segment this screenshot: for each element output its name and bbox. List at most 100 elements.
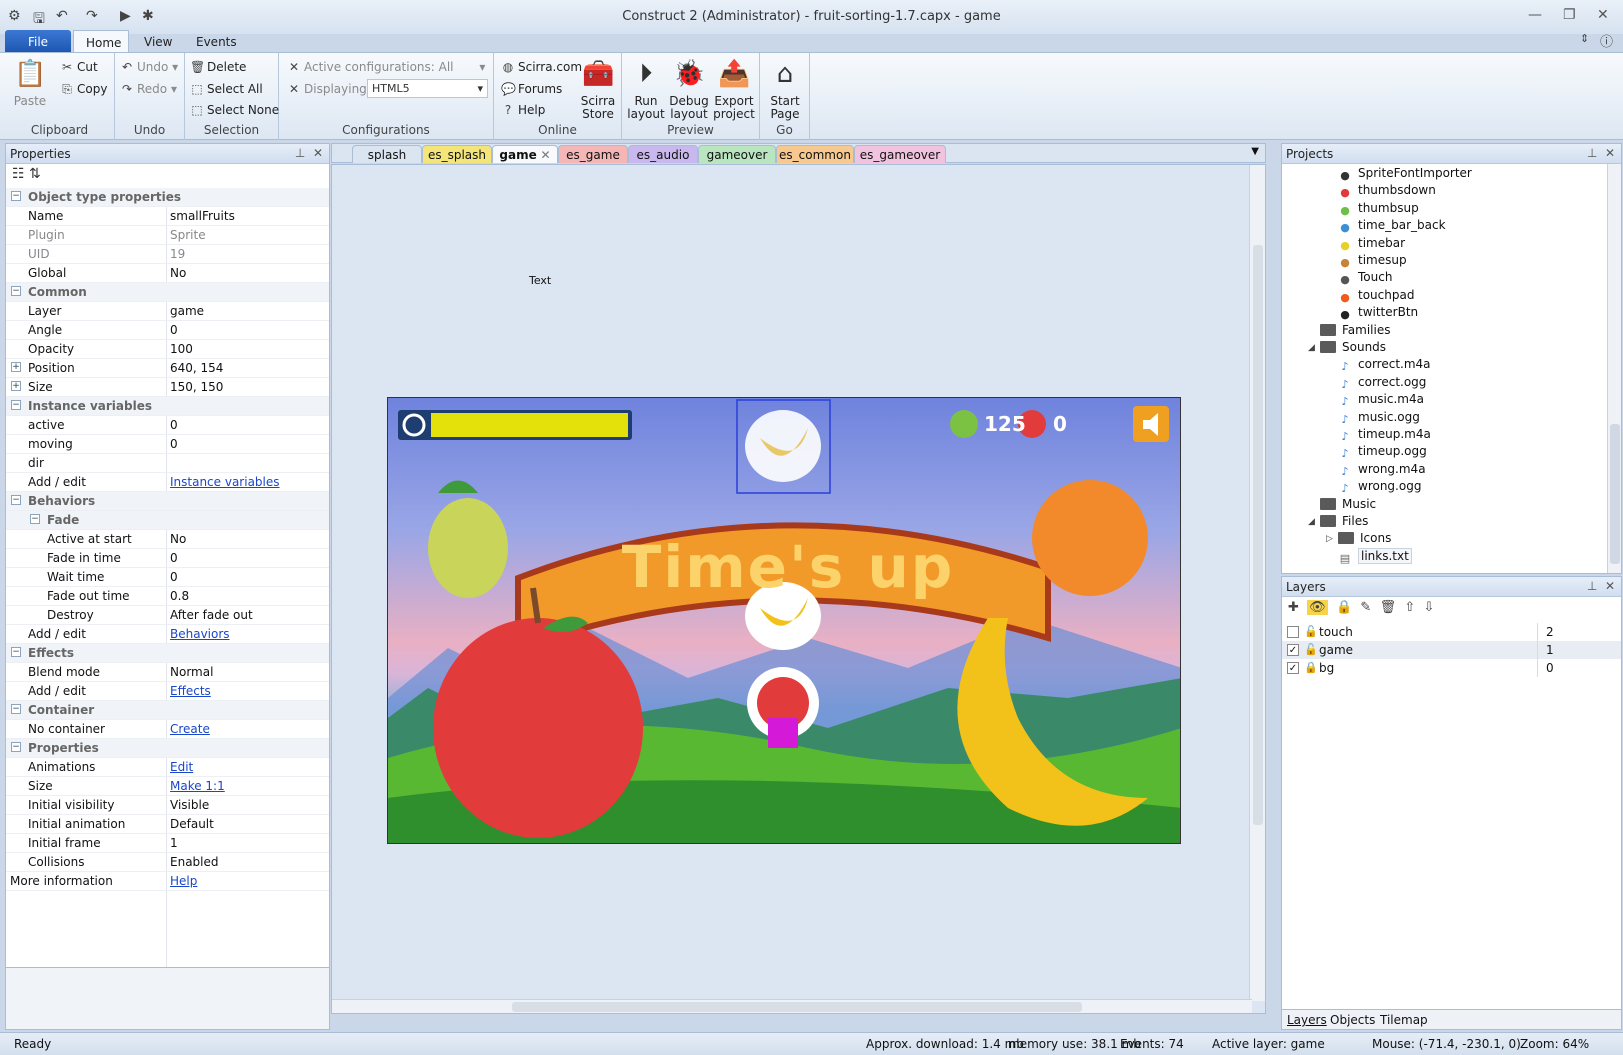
property-link[interactable]: Create <box>170 722 210 736</box>
layout-tab-game[interactable]: game ✕ <box>492 145 558 163</box>
layer-row[interactable]: ✓ 🔒 bg 0 <box>1282 659 1621 677</box>
scirra-link[interactable]: ◍ Scirra.com <box>501 60 582 74</box>
project-item[interactable]: ● thumbsdown <box>1338 183 1436 200</box>
collapse-toggle-icon[interactable]: − <box>11 191 21 201</box>
paste-button[interactable]: 📋 Paste <box>11 57 49 108</box>
run-layout-button[interactable]: ⏵ Run layout <box>626 57 666 121</box>
copy-button[interactable]: ⎘ Copy <box>60 82 107 97</box>
tab-objects[interactable]: Objects <box>1330 1013 1375 1027</box>
project-item[interactable]: ♪ wrong.ogg <box>1338 479 1421 496</box>
property-row[interactable]: + Size 150, 150 <box>6 378 329 397</box>
restore-icon[interactable]: ❐ <box>1563 7 1576 23</box>
layout-tab-es-common[interactable]: es_common <box>776 145 854 163</box>
project-folder[interactable]: ◢ Sounds <box>1308 340 1386 357</box>
horizontal-scroll-thumb[interactable] <box>512 1002 1082 1012</box>
property-subcategory[interactable]: − Fade <box>6 511 329 530</box>
collapsed-arrow-icon[interactable]: ▷ <box>1326 534 1333 544</box>
layer-visible-checkbox[interactable]: ✓ <box>1287 644 1299 656</box>
project-folder[interactable]: ◢ Files <box>1308 514 1368 531</box>
property-row[interactable]: Name smallFruits <box>6 207 329 226</box>
move-up-icon[interactable]: ⇧ <box>1404 600 1415 615</box>
property-category[interactable]: − Behaviors <box>6 492 329 511</box>
layer-visible-checkbox[interactable] <box>1287 626 1299 638</box>
property-row[interactable]: Animations Edit <box>6 758 329 777</box>
property-row[interactable]: UID 19 <box>6 245 329 264</box>
close-panel-icon[interactable]: ✕ <box>1605 146 1615 160</box>
property-row[interactable]: Size Make 1:1 <box>6 777 329 796</box>
export-project-button[interactable]: 📤 Export project <box>712 57 756 121</box>
layer-row[interactable]: ✓ 🔓 game 1 <box>1282 641 1621 659</box>
project-item[interactable]: ● touchpad <box>1338 288 1414 305</box>
property-value[interactable]: No <box>170 266 186 280</box>
project-folder[interactable]: ▷ Icons <box>1326 531 1391 548</box>
layout-tab-es-gameover[interactable]: es_gameover <box>854 145 946 163</box>
projects-scroll-thumb[interactable] <box>1610 424 1620 564</box>
layout-tab-es-audio[interactable]: es_audio <box>628 145 698 163</box>
property-row[interactable]: Destroy After fade out <box>6 606 329 625</box>
project-item[interactable]: ♪ wrong.m4a <box>1338 462 1425 479</box>
expand-toggle-icon[interactable]: + <box>11 362 21 372</box>
help-link[interactable]: ? Help <box>501 103 546 117</box>
edit-layer-icon[interactable]: ✎ <box>1360 600 1371 615</box>
layout-tab-es-game[interactable]: es_game <box>558 145 628 163</box>
close-tab-icon[interactable]: ✕ <box>537 148 551 162</box>
layer-visible-checkbox[interactable]: ✓ <box>1287 662 1299 674</box>
cut-button[interactable]: ✂ Cut <box>60 60 98 74</box>
select-none-button[interactable]: ⬚ Select None <box>190 103 279 117</box>
property-value[interactable]: 0 <box>170 323 178 337</box>
locked-icon[interactable]: 🔒 <box>1304 661 1318 674</box>
layout-view[interactable]: Text 125 0 Time's up <box>331 164 1266 1014</box>
projects-scrollbar[interactable] <box>1607 164 1621 573</box>
game-layout-canvas[interactable]: 125 0 Time's up <box>387 397 1181 844</box>
tabs-menu-chevron-icon[interactable]: ▼ <box>1251 146 1259 157</box>
tab-events[interactable]: Events <box>184 30 249 53</box>
property-value[interactable]: 0 <box>170 570 178 584</box>
property-row[interactable]: active 0 <box>6 416 329 435</box>
store-button[interactable]: 🧰 Scirra Store <box>578 57 618 121</box>
property-value[interactable]: 0.8 <box>170 589 189 603</box>
forums-link[interactable]: 💬 Forums <box>501 82 562 96</box>
tab-layers[interactable]: Layers <box>1287 1013 1327 1027</box>
property-row[interactable]: Layer game <box>6 302 329 321</box>
property-row[interactable]: Fade out time 0.8 <box>6 587 329 606</box>
project-item[interactable]: ● time_bar_back <box>1338 218 1445 235</box>
property-row[interactable]: Collisions Enabled <box>6 853 329 872</box>
property-link[interactable]: Instance variables <box>170 475 280 489</box>
collapse-toggle-icon[interactable]: − <box>11 286 21 296</box>
expanded-arrow-icon[interactable]: ◢ <box>1308 343 1315 353</box>
pin-icon[interactable]: ⊥ <box>295 146 305 160</box>
add-layer-icon[interactable]: ✚ <box>1288 600 1299 615</box>
property-link[interactable]: Edit <box>170 760 193 774</box>
property-row[interactable]: No container Create <box>6 720 329 739</box>
layout-horizontal-scrollbar[interactable] <box>332 999 1252 1013</box>
property-row[interactable]: Blend mode Normal <box>6 663 329 682</box>
property-category[interactable]: − Object type properties <box>6 188 329 207</box>
property-value[interactable]: Enabled <box>170 855 219 869</box>
property-category[interactable]: − Container <box>6 701 329 720</box>
property-row[interactable]: Add / edit Instance variables <box>6 473 329 492</box>
collapse-toggle-icon[interactable]: − <box>11 704 21 714</box>
redo-button[interactable]: ↷ Redo ▾ <box>120 82 177 96</box>
property-row[interactable]: Wait time 0 <box>6 568 329 587</box>
select-all-button[interactable]: ⬚ Select All <box>190 82 262 96</box>
sort-alpha-icon[interactable]: ⇅ <box>29 166 41 182</box>
project-item[interactable]: ♪ music.ogg <box>1338 410 1419 427</box>
layout-tab-es-splash[interactable]: es_splash <box>422 145 492 163</box>
property-row[interactable]: Global No <box>6 264 329 283</box>
tab-tilemap[interactable]: Tilemap <box>1380 1013 1428 1027</box>
tab-home[interactable]: Home <box>73 30 129 53</box>
property-link[interactable]: Help <box>170 874 197 888</box>
property-row[interactable]: Initial animation Default <box>6 815 329 834</box>
property-value[interactable]: 0 <box>170 551 178 565</box>
property-value[interactable]: No <box>170 532 186 546</box>
expanded-arrow-icon[interactable]: ◢ <box>1308 517 1315 527</box>
layout-vertical-scrollbar[interactable] <box>1249 165 1265 1001</box>
project-item[interactable]: ● thumbsup <box>1338 201 1419 218</box>
property-value[interactable]: 150, 150 <box>170 380 223 394</box>
minimize-icon[interactable]: — <box>1528 7 1542 23</box>
start-page-button[interactable]: ⌂ Start Page <box>764 57 806 121</box>
property-category[interactable]: − Instance variables <box>6 397 329 416</box>
property-row[interactable]: Plugin Sprite <box>6 226 329 245</box>
undo-button[interactable]: ↶ Undo ▾ <box>120 60 178 74</box>
property-value[interactable]: 1 <box>170 836 178 850</box>
